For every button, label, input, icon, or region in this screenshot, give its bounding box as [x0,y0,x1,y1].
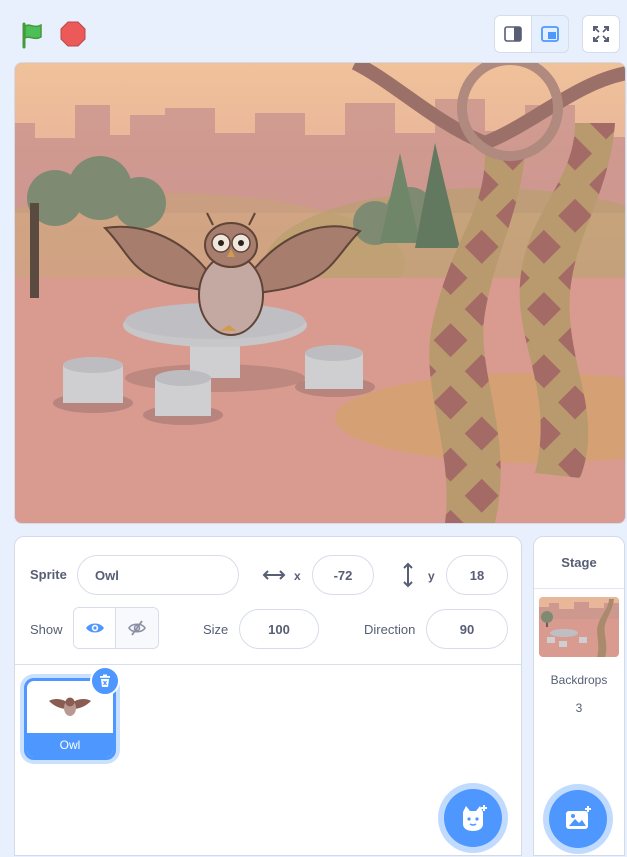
stage-thumbnail[interactable] [539,597,619,657]
stage-panel-title: Stage [534,537,624,589]
x-position-icon [262,570,286,580]
x-label: x [294,569,301,583]
backdrop-add-icon [566,806,591,829]
owl-thumbnail-icon [49,697,91,716]
small-stage-button[interactable] [494,15,532,53]
show-visible-button[interactable] [74,608,117,648]
large-stage-icon [541,26,559,42]
stage-header [0,0,627,60]
size-label: Size [203,622,229,637]
delete-sprite-button[interactable] [90,666,120,696]
cat-add-icon [463,805,487,831]
green-flag-icon[interactable] [17,20,47,50]
fullscreen-icon [593,26,609,42]
choose-sprite-button[interactable] [444,789,502,847]
eye-slash-icon [128,620,146,636]
stage-canvas[interactable] [14,62,626,524]
backdrops-count: 3 [575,701,583,715]
stage-thumbnail-image [539,597,619,657]
y-position-input[interactable]: 18 [446,555,508,595]
y-position-icon [403,562,413,588]
eye-icon [85,623,104,633]
choose-backdrop-button[interactable] [549,790,607,848]
trash-icon [100,674,110,687]
backdrops-label: Backdrops [550,673,608,687]
sprite-tile-name: Owl [27,733,113,757]
show-label: Show [30,622,63,637]
sprite-info-row: Sprite Owl x -72 y 18 Show Size 100 Dire… [15,537,521,665]
direction-input[interactable]: 90 [426,609,508,649]
visibility-toggle [73,607,159,649]
direction-label: Direction [364,622,416,637]
large-stage-button[interactable] [531,15,569,53]
size-input[interactable]: 100 [239,609,319,649]
stop-icon[interactable] [59,20,87,48]
sprite-name-input[interactable]: Owl [77,555,239,595]
small-stage-icon [504,26,522,42]
fullscreen-button[interactable] [582,15,620,53]
show-hidden-button[interactable] [116,608,158,648]
stage-scene [15,63,625,523]
x-position-input[interactable]: -72 [312,555,374,595]
sprite-label: Sprite [30,567,67,582]
y-label: y [428,569,435,583]
